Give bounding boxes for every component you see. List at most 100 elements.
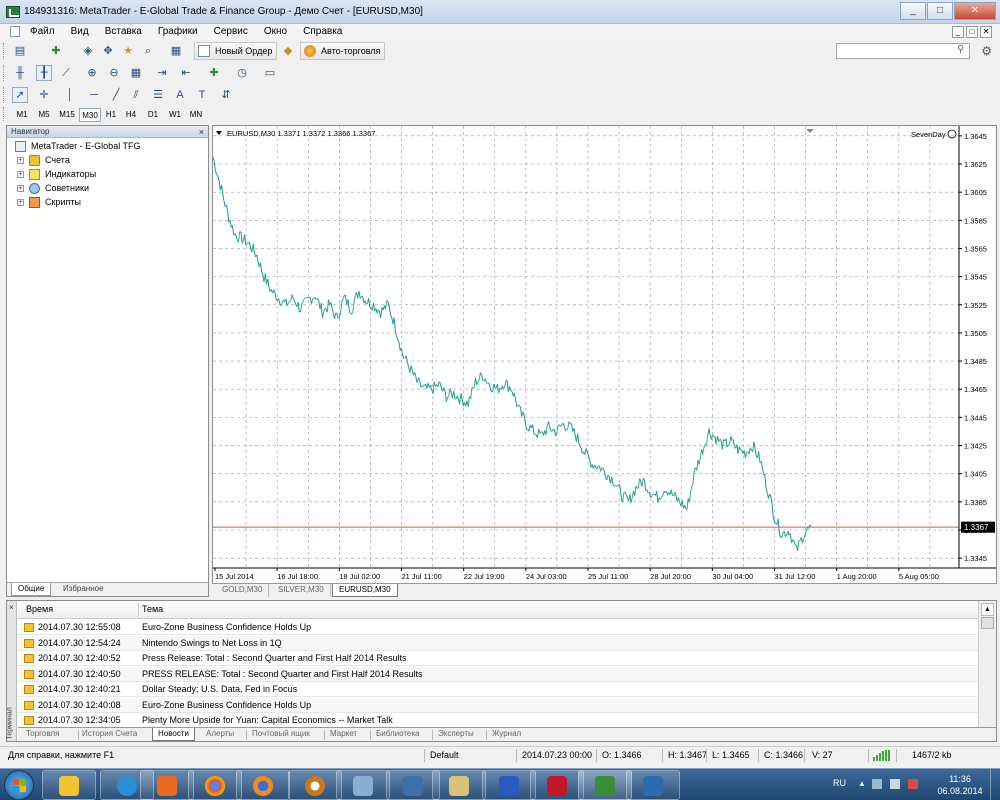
text-label-icon[interactable]: T — [194, 87, 210, 103]
market-watch-icon[interactable]: ★ — [120, 43, 136, 59]
maximize-button[interactable]: □ — [927, 2, 953, 20]
menu-file[interactable]: Файл — [30, 26, 55, 37]
show-desktop-button[interactable] — [990, 769, 1000, 800]
tab-library[interactable]: Библиотека — [376, 728, 420, 741]
tile-windows-icon[interactable]: ▦ — [128, 65, 144, 81]
expand-icon[interactable]: + — [17, 157, 24, 164]
terminal-close-button[interactable]: × — [9, 603, 14, 612]
menu-window[interactable]: Окно — [264, 26, 287, 37]
menu-view[interactable]: Вид — [71, 26, 89, 37]
news-row[interactable]: 2014.07.30 12:40:52 Press Release: Total … — [18, 651, 978, 666]
column-subject[interactable]: Тема — [142, 604, 163, 614]
volume-icon[interactable] — [890, 779, 900, 789]
network-icon[interactable] — [872, 779, 882, 789]
minimize-button[interactable]: _ — [900, 2, 926, 20]
templates-icon[interactable]: ▭ — [262, 65, 278, 81]
scroll-thumb[interactable] — [981, 617, 994, 629]
timeframe-mn[interactable]: MN — [186, 108, 206, 122]
terminal-icon[interactable]: ▦ — [168, 43, 184, 59]
navigator-close-button[interactable]: × — [199, 127, 204, 137]
news-row[interactable]: 2014.07.30 12:34:05 Plenty More Upside fo… — [18, 713, 978, 728]
toolbar-grip[interactable] — [3, 107, 6, 121]
new-chart-icon[interactable]: ▤ — [12, 43, 28, 59]
toolbar-grip[interactable] — [3, 87, 6, 103]
taskbar-firefox[interactable] — [236, 770, 290, 800]
tree-item-indicators[interactable]: + Индикаторы — [17, 168, 197, 181]
document-icon[interactable] — [10, 26, 20, 37]
chart-tab-gold[interactable]: GOLD,M30 — [216, 584, 270, 597]
price-chart[interactable]: 1.3645 1.3625 1.3605 1.3585 1.3565 1.3545 1.35… — [213, 126, 996, 582]
tab-trade[interactable]: Торговля — [26, 728, 59, 741]
vertical-line-icon[interactable]: │ — [62, 87, 78, 103]
system-clock[interactable]: 11:36 06.08.2014 — [932, 773, 988, 797]
equidistant-channel-icon[interactable]: ⫽ — [128, 87, 144, 103]
tab-journal[interactable]: Журнал — [492, 728, 521, 741]
chart-tab-eurusd[interactable]: EURUSD,M30 — [332, 584, 398, 597]
menu-tools[interactable]: Сервис — [214, 26, 248, 37]
text-icon[interactable]: A — [172, 87, 188, 103]
timeframe-d1[interactable]: D1 — [144, 108, 162, 122]
connection-status-icon[interactable] — [873, 750, 891, 761]
taskbar-trading-platform[interactable] — [578, 770, 632, 800]
profiles-icon[interactable]: ◈ — [80, 43, 96, 59]
action-center-icon[interactable] — [908, 779, 918, 789]
timeframe-w1[interactable]: W1 — [166, 108, 184, 122]
taskbar-trading-platform-2[interactable] — [626, 770, 680, 800]
menu-charts[interactable]: Графики — [158, 26, 198, 37]
news-row[interactable]: 2014.07.30 12:40:50 PRESS RELEASE: Total … — [18, 666, 978, 682]
menu-insert[interactable]: Вставка — [105, 26, 142, 37]
tree-item-accounts[interactable]: + Счета — [17, 154, 197, 167]
mdi-minimize-button[interactable]: _ — [952, 26, 964, 38]
settings-icon[interactable]: ⚙ — [981, 44, 992, 58]
news-row[interactable]: 2014.07.30 12:54:24 Nintendo Swings to Ne… — [18, 635, 978, 651]
news-row[interactable]: 2014.07.30 12:40:21 Dollar Steady; U.S. D… — [18, 682, 978, 697]
tab-account-history[interactable]: История Счета — [82, 728, 137, 741]
tree-item-scripts[interactable]: + Скрипты — [17, 196, 197, 209]
expand-icon[interactable]: + — [17, 171, 24, 178]
timeframe-h1[interactable]: H1 — [102, 108, 120, 122]
taskbar-media-player[interactable] — [140, 770, 194, 800]
data-window-icon[interactable]: ⌕ — [140, 43, 156, 59]
chart-tab-silver[interactable]: SILVER,M30 — [272, 584, 331, 597]
bar-chart-icon[interactable]: ╫ — [12, 65, 28, 81]
toolbar-grip[interactable] — [3, 43, 6, 59]
navigator-icon[interactable]: ✥ — [100, 43, 116, 59]
close-button[interactable]: ✕ — [954, 2, 996, 20]
candlestick-chart-icon[interactable]: ╂ — [36, 65, 52, 81]
zoom-in-icon[interactable]: ⊕ — [84, 65, 100, 81]
search-icon[interactable]: ⚲ — [957, 45, 967, 55]
tree-item-experts[interactable]: + Советники — [17, 182, 197, 195]
timeframe-m1[interactable]: M1 — [12, 108, 32, 122]
scroll-up-icon[interactable]: ▲ — [981, 603, 994, 616]
indicators-icon[interactable]: ✚ — [206, 65, 222, 81]
add-symbol-icon[interactable]: ✚ — [48, 43, 64, 59]
cursor-icon[interactable]: ➚ — [12, 87, 28, 103]
timeframe-h4[interactable]: H4 — [122, 108, 140, 122]
taskbar-folder[interactable] — [336, 770, 390, 800]
chart-shift-icon[interactable]: ⇥ — [154, 65, 170, 81]
column-separator[interactable] — [138, 603, 139, 617]
taskbar-chrome[interactable] — [188, 770, 242, 800]
tab-mailbox[interactable]: Почтовый ящик — [252, 728, 310, 741]
new-order-button[interactable]: Новый Ордер — [194, 42, 278, 60]
language-indicator[interactable]: RU — [833, 778, 846, 788]
periods-icon[interactable]: ◷ — [234, 65, 250, 81]
toolbar-grip[interactable] — [3, 65, 6, 81]
tab-market[interactable]: Маркет — [330, 728, 357, 741]
show-hidden-icons-icon[interactable]: ▲ — [858, 779, 868, 789]
tab-common[interactable]: Общие — [11, 583, 52, 596]
metaeditor-icon[interactable]: ◆ — [280, 43, 296, 59]
taskbar-archiver[interactable] — [432, 770, 486, 800]
timeframe-m15[interactable]: M15 — [56, 108, 78, 122]
tab-alerts[interactable]: Алерты — [206, 728, 234, 741]
news-row[interactable]: 2014.07.30 12:40:08 Euro-Zone Business Co… — [18, 697, 978, 713]
taskbar-explorer[interactable] — [42, 770, 96, 800]
chart-window[interactable]: 1.3645 1.3625 1.3605 1.3585 1.3565 1.3545 1.35… — [212, 125, 997, 597]
expand-icon[interactable]: + — [17, 199, 24, 206]
mdi-restore-button[interactable]: □ — [966, 26, 978, 38]
expand-icon[interactable]: + — [17, 185, 24, 192]
column-time[interactable]: Время — [26, 604, 53, 614]
horizontal-line-icon[interactable]: ─ — [86, 87, 102, 103]
tab-favorites[interactable]: Избранное — [57, 583, 110, 596]
taskbar-terminal-app[interactable] — [482, 770, 536, 800]
